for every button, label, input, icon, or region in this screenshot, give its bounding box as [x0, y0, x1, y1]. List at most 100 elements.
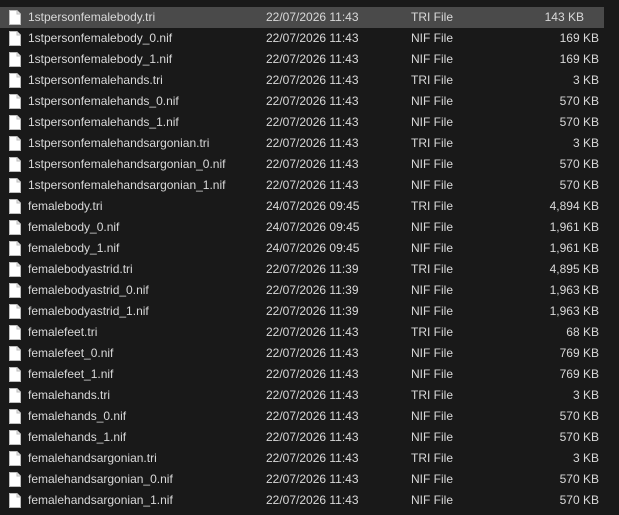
file-size: 1,963 KB [549, 304, 599, 318]
file-row[interactable]: 1stpersonfemalebody_1.nif 22/07/2026 11:… [0, 49, 619, 70]
file-name: femalebodyastrid_0.nif [28, 283, 149, 297]
file-name: femalebodyastrid_1.nif [28, 304, 149, 318]
file-row[interactable]: femalefeet_1.nif 22/07/2026 11:43 NIF Fi… [0, 364, 619, 385]
file-size: 1,961 KB [549, 220, 599, 234]
file-type: NIF File [411, 31, 453, 45]
file-size: 570 KB [559, 94, 599, 108]
file-size: 3 KB [572, 451, 599, 465]
file-row[interactable]: femalebodyastrid.tri 22/07/2026 11:39 TR… [0, 259, 619, 280]
file-row[interactable]: femalebody_0.nif 24/07/2026 09:45 NIF Fi… [0, 217, 619, 238]
file-type: NIF File [411, 115, 453, 129]
file-name: femalebody_1.nif [28, 241, 120, 255]
file-date-modified: 22/07/2026 11:43 [266, 409, 359, 423]
file-row[interactable]: femalehands_1.nif 22/07/2026 11:43 NIF F… [0, 427, 619, 448]
file-type: NIF File [411, 409, 453, 423]
file-row[interactable]: femalehandsargonian.tri 22/07/2026 11:43… [0, 448, 619, 469]
file-icon [9, 325, 21, 340]
file-row[interactable]: femalebodyastrid_0.nif 22/07/2026 11:39 … [0, 280, 619, 301]
file-size: 570 KB [559, 157, 599, 171]
file-type: NIF File [411, 157, 453, 171]
file-icon [9, 388, 21, 403]
file-row[interactable]: 1stpersonfemalebody.tri 22/07/2026 11:43… [0, 7, 604, 28]
file-icon [9, 52, 21, 67]
file-type: NIF File [411, 94, 453, 108]
file-name: femalefeet.tri [28, 325, 98, 339]
file-date-modified: 24/07/2026 09:45 [266, 241, 360, 255]
file-icon [9, 367, 21, 382]
file-date-modified: 22/07/2026 11:43 [266, 325, 359, 339]
file-type: NIF File [411, 493, 453, 507]
file-type: NIF File [411, 283, 453, 297]
file-row[interactable]: femalehandsargonian_1.nif 22/07/2026 11:… [0, 490, 619, 511]
file-date-modified: 22/07/2026 11:43 [266, 157, 359, 171]
file-row[interactable]: femalefeet_0.nif 22/07/2026 11:43 NIF Fi… [0, 343, 619, 364]
file-name: 1stpersonfemalebody_0.nif [28, 31, 173, 45]
file-date-modified: 22/07/2026 11:43 [266, 52, 359, 66]
file-size: 570 KB [559, 493, 599, 507]
file-icon [9, 73, 21, 88]
file-row[interactable]: femalebodyastrid_1.nif 22/07/2026 11:39 … [0, 301, 619, 322]
file-icon [9, 10, 21, 25]
file-icon [9, 409, 21, 424]
file-date-modified: 22/07/2026 11:43 [266, 178, 359, 192]
file-type: NIF File [411, 430, 453, 444]
file-icon [9, 157, 21, 172]
file-date-modified: 22/07/2026 11:43 [266, 388, 359, 402]
file-row[interactable]: 1stpersonfemalehands_0.nif 22/07/2026 11… [0, 91, 619, 112]
file-date-modified: 22/07/2026 11:43 [266, 10, 359, 24]
file-icon [9, 451, 21, 466]
file-date-modified: 24/07/2026 09:45 [266, 199, 360, 213]
file-date-modified: 22/07/2026 11:43 [266, 346, 359, 360]
file-icon [9, 304, 21, 319]
file-row[interactable]: femalehandsargonian_0.nif 22/07/2026 11:… [0, 469, 619, 490]
file-type: TRI File [411, 262, 453, 276]
file-name: 1stpersonfemalehands_1.nif [28, 115, 179, 129]
file-type: TRI File [411, 10, 453, 24]
file-icon [9, 430, 21, 445]
file-size: 570 KB [559, 409, 599, 423]
file-size: 570 KB [559, 472, 599, 486]
file-name: femalebodyastrid.tri [28, 262, 133, 276]
file-row[interactable]: femalebody.tri 24/07/2026 09:45 TRI File… [0, 196, 619, 217]
file-type: NIF File [411, 367, 453, 381]
file-name: 1stpersonfemalehandsargonian_0.nif [28, 157, 226, 171]
file-size: 3 KB [572, 388, 599, 402]
file-row[interactable]: 1stpersonfemalehands_1.nif 22/07/2026 11… [0, 112, 619, 133]
file-date-modified: 22/07/2026 11:43 [266, 31, 359, 45]
file-row[interactable]: femalebody_1.nif 24/07/2026 09:45 NIF Fi… [0, 238, 619, 259]
file-icon [9, 31, 21, 46]
file-name: femalehandsargonian.tri [28, 451, 157, 465]
file-date-modified: 22/07/2026 11:43 [266, 136, 359, 150]
file-row[interactable]: femalefeet.tri 22/07/2026 11:43 TRI File… [0, 322, 619, 343]
file-row[interactable]: 1stpersonfemalehands.tri 22/07/2026 11:4… [0, 70, 619, 91]
file-icon [9, 262, 21, 277]
file-row[interactable]: femalehands_0.nif 22/07/2026 11:43 NIF F… [0, 406, 619, 427]
file-size: 570 KB [559, 178, 599, 192]
file-name: 1stpersonfemalebody.tri [28, 10, 156, 24]
file-type: NIF File [411, 178, 453, 192]
file-size: 169 KB [559, 31, 599, 45]
file-size: 143 KB [544, 10, 584, 24]
file-row[interactable]: femalehands.tri 22/07/2026 11:43 TRI Fil… [0, 385, 619, 406]
file-type: TRI File [411, 136, 453, 150]
file-row[interactable]: 1stpersonfemalehandsargonian_1.nif 22/07… [0, 175, 619, 196]
file-type: NIF File [411, 346, 453, 360]
file-date-modified: 22/07/2026 11:39 [266, 304, 359, 318]
file-date-modified: 22/07/2026 11:43 [266, 367, 359, 381]
file-size: 1,963 KB [549, 283, 599, 297]
file-icon [9, 241, 21, 256]
file-name: 1stpersonfemalehandsargonian.tri [28, 136, 210, 150]
file-name: femalehandsargonian_0.nif [28, 472, 173, 486]
file-date-modified: 22/07/2026 11:43 [266, 115, 359, 129]
file-name: femalehands_1.nif [28, 430, 127, 444]
file-row[interactable]: 1stpersonfemalebody_0.nif 22/07/2026 11:… [0, 28, 619, 49]
file-icon [9, 94, 21, 109]
file-icon [9, 283, 21, 298]
file-icon [9, 493, 21, 508]
file-size: 1,961 KB [549, 241, 599, 255]
file-row[interactable]: 1stpersonfemalehandsargonian.tri 22/07/2… [0, 133, 619, 154]
file-row[interactable]: 1stpersonfemalehandsargonian_0.nif 22/07… [0, 154, 619, 175]
file-icon [9, 199, 21, 214]
file-size: 769 KB [559, 346, 599, 360]
file-type: TRI File [411, 451, 453, 465]
